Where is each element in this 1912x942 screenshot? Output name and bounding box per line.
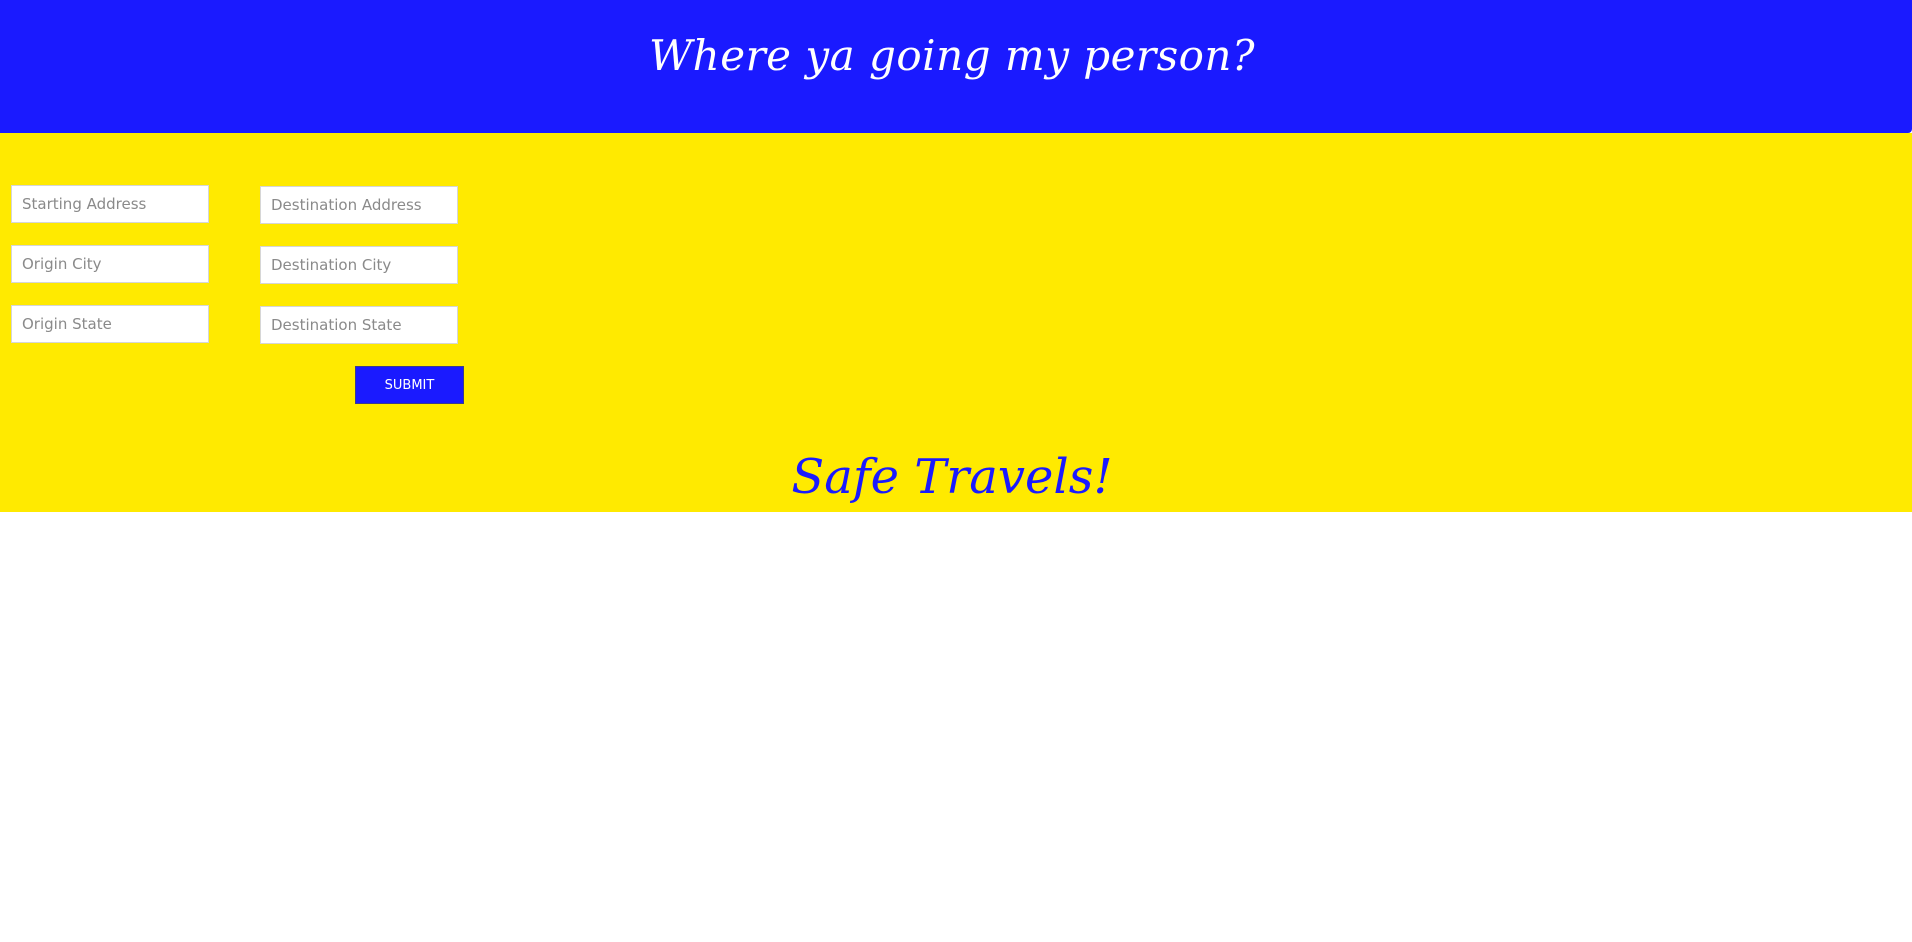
submit-button[interactable]: SUBMIT (355, 366, 464, 404)
origin-city-input[interactable] (11, 245, 209, 283)
header-banner: Where ya going my person? (0, 0, 1912, 133)
starting-address-input[interactable] (11, 185, 209, 223)
destination-state-input[interactable] (260, 306, 458, 344)
page: Where ya going my person? SUBMIT Safe Tr… (0, 0, 1912, 942)
origin-state-input[interactable] (11, 305, 209, 343)
destination-city-input[interactable] (260, 246, 458, 284)
page-title: Where ya going my person? (649, 31, 1255, 80)
safe-travels-message: Safe Travels! (791, 449, 1113, 505)
trip-form-section: SUBMIT Safe Travels! (0, 133, 1912, 512)
destination-address-input[interactable] (260, 186, 458, 224)
